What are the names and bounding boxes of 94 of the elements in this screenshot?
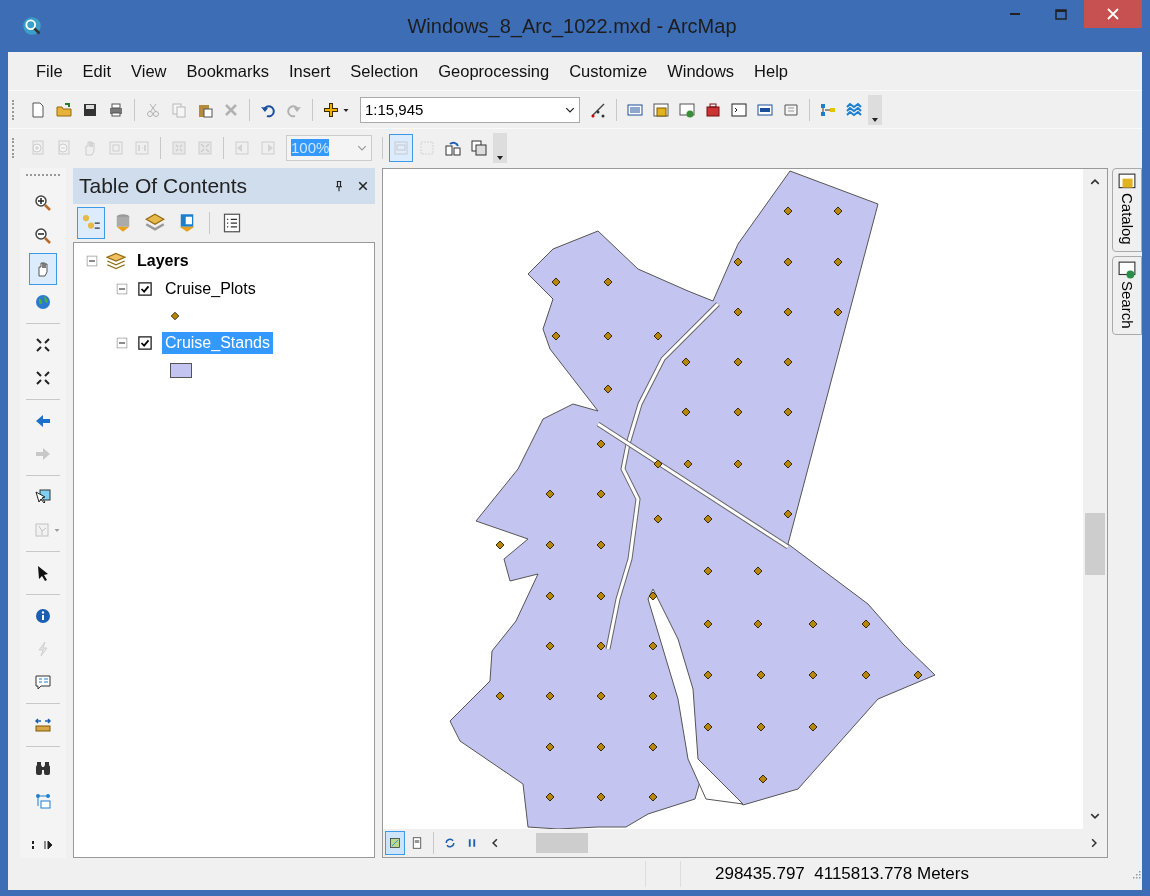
menu-item[interactable]: Edit (74, 61, 124, 81)
zoom-out-icon (35, 228, 51, 244)
pause-icon (466, 837, 478, 849)
caret-icon (52, 526, 61, 534)
new-document-icon (30, 101, 46, 118)
panel-title: Table Of Contents (79, 174, 249, 198)
close-button[interactable] (1084, 0, 1142, 28)
search-tab[interactable]: Search (1112, 255, 1142, 336)
zoom-in-icon (30, 139, 46, 156)
window-title: Windows_8_Arc_1022.mxd - ArcMap (406, 14, 738, 38)
forward-icon (260, 139, 276, 156)
back-icon (234, 139, 250, 156)
list-by-drawing-order-button[interactable] (77, 207, 105, 239)
menu-item[interactable]: File (28, 61, 75, 81)
pan-icon (82, 139, 98, 156)
pan-button[interactable] (29, 253, 57, 285)
cabinet-icon (1118, 173, 1136, 191)
data-view-button[interactable] (385, 831, 405, 855)
toolbar-grip[interactable] (31, 840, 55, 850)
collapse-icon[interactable] (86, 255, 98, 267)
menu-item[interactable]: Customize (561, 61, 660, 81)
delete-icon (223, 101, 239, 118)
menu-item[interactable]: Bookmarks (178, 61, 282, 81)
print-icon (108, 101, 124, 118)
fixed-zoom-in-icon (171, 139, 187, 156)
options-icon (222, 213, 242, 233)
cut-icon (145, 101, 161, 118)
layer-label[interactable]: Cruise_Plots (162, 278, 259, 300)
scroll-down-icon[interactable] (1090, 811, 1100, 821)
checkbox[interactable] (138, 336, 152, 350)
fixed-zoom-out-icon (35, 370, 51, 386)
toolbox-icon (705, 101, 721, 118)
zoom-out-icon (56, 139, 72, 156)
save-icon (82, 101, 98, 118)
add-data-icon (323, 101, 339, 118)
menu-item[interactable]: Selection (342, 61, 431, 81)
copy-icon (171, 101, 187, 118)
point-symbol (170, 311, 180, 321)
scroll-left-icon[interactable] (490, 838, 500, 848)
layer-group-label[interactable]: Layers (134, 250, 192, 272)
menu-item[interactable]: Insert (281, 61, 343, 81)
catalog-tab[interactable]: Catalog (1112, 168, 1142, 252)
window-globe-icon (1118, 260, 1136, 279)
polygon-symbol (170, 362, 192, 378)
find-icon (35, 760, 51, 776)
resize-grip-icon[interactable] (1130, 868, 1142, 880)
editor-toolbar-icon (590, 101, 606, 118)
html-popup-icon (35, 674, 51, 690)
pan-icon (35, 261, 51, 277)
scroll-thumb[interactable] (536, 833, 588, 853)
menu-item[interactable]: Help (746, 61, 800, 81)
minimize-icon (1010, 13, 1020, 15)
scale-field[interactable]: 1:15,945 (360, 96, 580, 123)
table-window-icon (627, 101, 643, 118)
back-icon (35, 413, 51, 429)
collapse-icon[interactable] (116, 337, 128, 349)
toolbar-options-button[interactable] (493, 132, 507, 163)
grip-icon (31, 840, 55, 850)
select-features-icon (35, 489, 51, 505)
menu-item[interactable]: View (123, 61, 179, 81)
coordinates-text: 298435.797 4115813.778 Meters (714, 864, 970, 884)
pin-icon[interactable] (333, 180, 345, 192)
menu-item[interactable]: Geoprocessing (430, 61, 562, 81)
refresh-icon (444, 837, 456, 849)
open-folder-icon (56, 101, 72, 118)
measure-icon (35, 717, 51, 733)
zoom-in-icon (35, 195, 51, 211)
fixed-zoom-out-icon (197, 139, 213, 156)
maximize-icon (1055, 8, 1067, 20)
layers-icon (106, 251, 126, 271)
app-icon (22, 16, 42, 36)
forward-icon (35, 446, 51, 462)
scroll-thumb[interactable] (1085, 513, 1105, 575)
scroll-right-icon[interactable] (1089, 838, 1099, 848)
toolbar-options-button[interactable] (868, 94, 882, 125)
hydro-icon (846, 101, 862, 118)
model-builder-icon (820, 101, 836, 118)
layout-view-icon (411, 837, 423, 849)
scroll-up-icon[interactable] (1090, 177, 1100, 187)
close-icon[interactable] (357, 180, 369, 192)
collapse-icon[interactable] (116, 283, 128, 295)
close-icon (1107, 8, 1119, 20)
full-extent-icon (35, 294, 51, 310)
fixed-zoom-in-icon (35, 337, 51, 353)
command-window-icon (731, 101, 747, 118)
menu-item[interactable]: Windows (659, 61, 747, 81)
vba-icon (757, 101, 773, 118)
data-view-icon (389, 837, 401, 849)
search-window-icon (679, 101, 695, 118)
catalog-window-icon (653, 101, 669, 118)
checkbox[interactable] (138, 282, 152, 296)
route-icon (35, 793, 51, 809)
list-by-visibility-icon (145, 213, 165, 233)
identify-icon (35, 608, 51, 624)
